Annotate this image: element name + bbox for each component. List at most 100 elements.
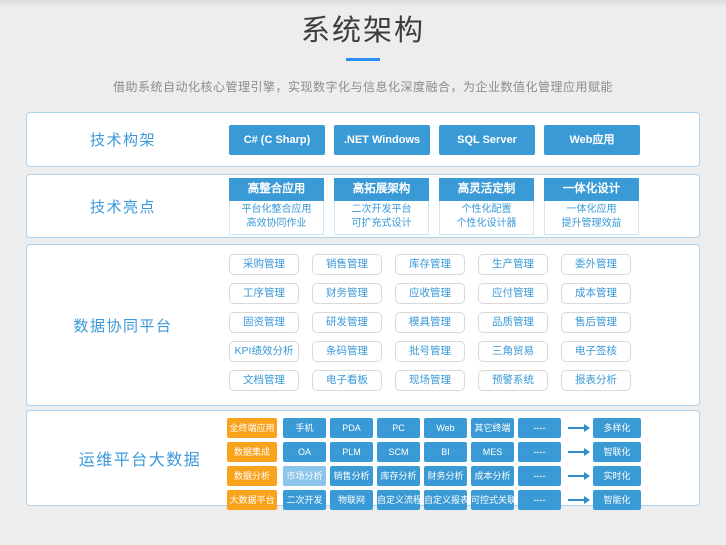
- ops-item-chip: SCM: [377, 442, 420, 462]
- tech-framework-item: .NET Windows: [334, 125, 430, 155]
- module-chip: 库存管理: [395, 254, 465, 275]
- page-header: 系统架构 借助系统自动化核心管理引擎，实现数字化与信息化深度融合，为企业数值化管…: [0, 0, 726, 95]
- ops-item-chip: PC: [377, 418, 420, 438]
- module-chip: 固资管理: [229, 312, 299, 333]
- ops-category-label: 数据集成: [227, 442, 277, 462]
- module-chip: 售后管理: [561, 312, 631, 333]
- ops-platform-label: 运维平台大数据: [27, 411, 219, 505]
- highlight-card: 高灵活定制个性化配置个性化设计器: [439, 178, 534, 235]
- highlight-card-line: 高效协同作业: [230, 217, 323, 231]
- title-underline: [346, 58, 380, 61]
- highlight-card-line: 二次开发平台: [335, 203, 428, 217]
- ops-item-chip: ----: [518, 442, 561, 462]
- module-chip: 三角贸易: [478, 341, 548, 362]
- module-chip: 条码管理: [312, 341, 382, 362]
- highlight-card-title: 高整合应用: [229, 178, 324, 201]
- highlight-card-body: 个性化配置个性化设计器: [439, 201, 534, 235]
- module-chip: 生产管理: [478, 254, 548, 275]
- data-platform-grid: 采购管理销售管理库存管理生产管理委外管理工序管理财务管理应收管理应付管理成本管理…: [219, 245, 699, 405]
- ops-item-chip: 自定义流程: [377, 490, 420, 510]
- module-row: 工序管理财务管理应收管理应付管理成本管理: [229, 283, 699, 304]
- ops-result-chip: 实时化: [593, 466, 641, 486]
- module-chip: KPI绩效分析: [229, 341, 299, 362]
- ops-item-chip: OA: [283, 442, 326, 462]
- page-subtitle: 借助系统自动化核心管理引擎，实现数字化与信息化深度融合，为企业数值化管理应用赋能: [0, 78, 726, 95]
- highlight-card: 一体化设计一体化应用提升管理效益: [544, 178, 639, 235]
- module-chip: 销售管理: [312, 254, 382, 275]
- tech-framework-label: 技术构架: [27, 113, 219, 166]
- ops-item-chip: PDA: [330, 418, 373, 438]
- highlight-card-line: 平台化整合应用: [230, 203, 323, 217]
- ops-item-chip: PLM: [330, 442, 373, 462]
- highlight-card-line: 个性化配置: [440, 203, 533, 217]
- module-chip: 财务管理: [312, 283, 382, 304]
- ops-row: 大数据平台二次开发物联网自定义流程自定义报表可控式关联---- 智能化: [227, 490, 699, 510]
- ops-item-chip: MES: [471, 442, 514, 462]
- highlight-card-line: 个性化设计器: [440, 217, 533, 231]
- module-chip: 应收管理: [395, 283, 465, 304]
- section-tech-highlights: 技术亮点 高整合应用平台化整合应用高效协同作业高拓展架构二次开发平台可扩充式设计…: [26, 174, 700, 238]
- module-row: KPI绩效分析条码管理批号管理三角贸易电子签核: [229, 341, 699, 362]
- ops-item-chip: ----: [518, 466, 561, 486]
- ops-row: 数据分析市场分析销售分析库存分析财务分析成本分析---- 实时化: [227, 466, 699, 486]
- arrow-right-icon: [568, 475, 584, 477]
- ops-item-chip: 可控式关联: [471, 490, 514, 510]
- ops-result-chip: 智能化: [593, 490, 641, 510]
- page-title: 系统架构: [0, 13, 726, 49]
- module-chip: 采购管理: [229, 254, 299, 275]
- sections-container: 技术构架 C# (C Sharp) .NET Windows SQL Server W…: [26, 112, 700, 506]
- module-chip: 预警系统: [478, 370, 548, 391]
- arrow-right-icon: [568, 427, 584, 429]
- tech-highlights-cards: 高整合应用平台化整合应用高效协同作业高拓展架构二次开发平台可扩充式设计高灵活定制…: [219, 175, 699, 237]
- ops-result-chip: 多样化: [593, 418, 641, 438]
- highlight-card-line: 可扩充式设计: [335, 217, 428, 231]
- ops-item-chip: 物联网: [330, 490, 373, 510]
- arrow-right-icon: [568, 499, 584, 501]
- ops-item-chip: 二次开发: [283, 490, 326, 510]
- section-data-platform: 数据协同平台 采购管理销售管理库存管理生产管理委外管理工序管理财务管理应收管理应…: [26, 244, 700, 406]
- module-row: 采购管理销售管理库存管理生产管理委外管理: [229, 254, 699, 275]
- ops-item-chip: 成本分析: [471, 466, 514, 486]
- ops-item-chip: 其它终端: [471, 418, 514, 438]
- ops-item-chip: 财务分析: [424, 466, 467, 486]
- ops-item-chip: 市场分析: [283, 466, 326, 486]
- module-chip: 品质管理: [478, 312, 548, 333]
- module-chip: 电子看板: [312, 370, 382, 391]
- highlight-card-title: 高拓展架构: [334, 178, 429, 201]
- highlight-card-body: 平台化整合应用高效协同作业: [229, 201, 324, 235]
- ops-row: 全终端应用手机PDAPCWeb其它终端----多样化: [227, 418, 699, 438]
- highlight-card-line: 一体化应用: [545, 203, 638, 217]
- module-chip: 应付管理: [478, 283, 548, 304]
- ops-item-chip: 库存分析: [377, 466, 420, 486]
- highlight-card-body: 二次开发平台可扩充式设计: [334, 201, 429, 235]
- ops-category-label: 大数据平台: [227, 490, 277, 510]
- tech-framework-items: C# (C Sharp) .NET Windows SQL Server Web应用: [219, 113, 699, 166]
- module-chip: 报表分析: [561, 370, 631, 391]
- ops-platform-rows: 全终端应用手机PDAPCWeb其它终端----多样化数据集成OAPLMSCMBI…: [219, 411, 699, 505]
- tech-framework-item: Web应用: [544, 125, 640, 155]
- tech-framework-item: SQL Server: [439, 125, 535, 155]
- module-chip: 研发管理: [312, 312, 382, 333]
- ops-item-chip: 销售分析: [330, 466, 373, 486]
- ops-category-label: 全终端应用: [227, 418, 277, 438]
- module-chip: 电子签核: [561, 341, 631, 362]
- tech-framework-item: C# (C Sharp): [229, 125, 325, 155]
- arrow-right-icon: [568, 451, 584, 453]
- ops-item-chip: ----: [518, 490, 561, 510]
- module-row: 固资管理研发管理模具管理品质管理售后管理: [229, 312, 699, 333]
- module-row: 文档管理电子看板现场管理预警系统报表分析: [229, 370, 699, 391]
- section-ops-platform: 运维平台大数据 全终端应用手机PDAPCWeb其它终端----多样化数据集成OA…: [26, 410, 700, 506]
- highlight-card-title: 一体化设计: [544, 178, 639, 201]
- data-platform-label: 数据协同平台: [27, 245, 219, 405]
- module-chip: 成本管理: [561, 283, 631, 304]
- module-chip: 委外管理: [561, 254, 631, 275]
- ops-item-chip: 自定义报表: [424, 490, 467, 510]
- highlight-card-title: 高灵活定制: [439, 178, 534, 201]
- ops-item-chip: 手机: [283, 418, 326, 438]
- ops-item-chip: Web: [424, 418, 467, 438]
- ops-category-label: 数据分析: [227, 466, 277, 486]
- module-chip: 工序管理: [229, 283, 299, 304]
- highlight-card-line: 提升管理效益: [545, 217, 638, 231]
- module-chip: 文档管理: [229, 370, 299, 391]
- module-chip: 模具管理: [395, 312, 465, 333]
